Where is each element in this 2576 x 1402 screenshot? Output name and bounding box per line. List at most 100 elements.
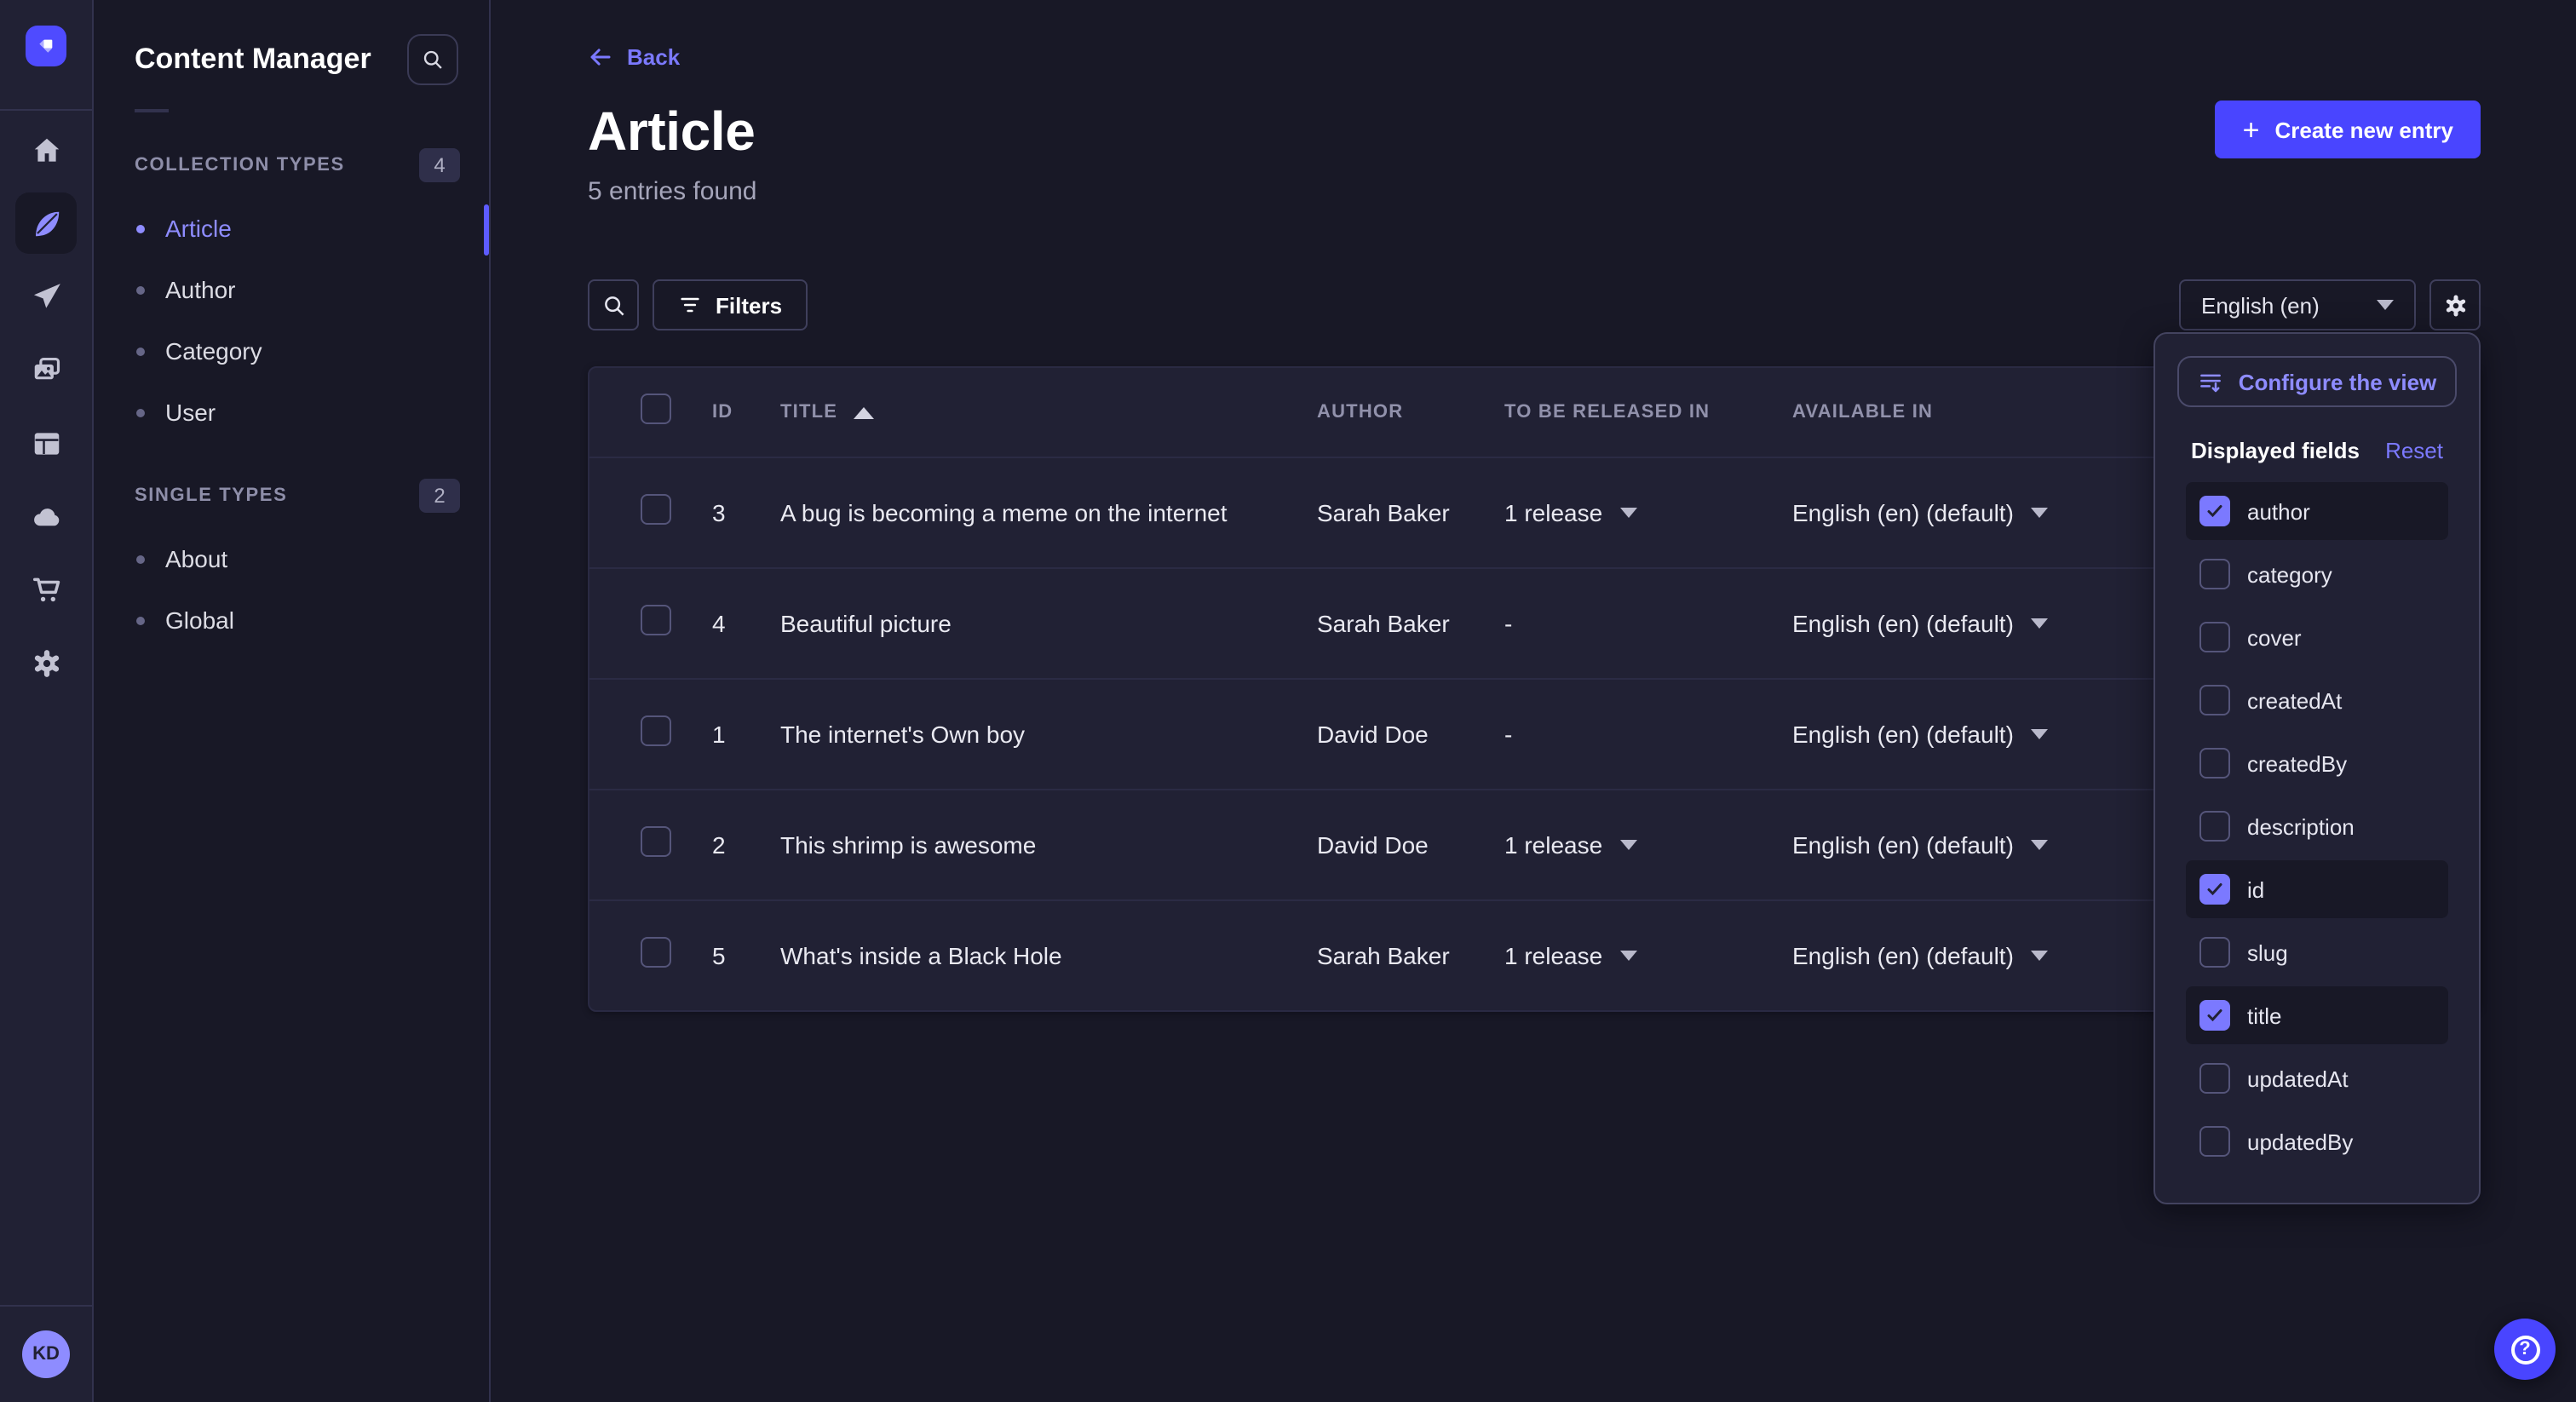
nav-media-library-button[interactable] xyxy=(15,339,77,400)
available-value: English (en) (default) xyxy=(1792,831,2014,859)
released-value: 1 release xyxy=(1504,831,1602,859)
field-toggle-title[interactable]: title xyxy=(2186,986,2448,1044)
checkbox[interactable] xyxy=(2199,748,2230,779)
checkbox[interactable] xyxy=(2199,874,2230,905)
gear-icon xyxy=(2442,292,2468,318)
bullet-icon xyxy=(136,554,145,563)
field-toggle-cover[interactable]: cover xyxy=(2186,608,2448,666)
checkbox[interactable] xyxy=(2199,559,2230,589)
row-checkbox[interactable] xyxy=(641,493,671,524)
feather-icon xyxy=(30,207,62,239)
available-value: English (en) (default) xyxy=(1792,942,2014,969)
plus-icon: + xyxy=(2243,115,2260,144)
row-checkbox[interactable] xyxy=(641,825,671,856)
column-header-released[interactable]: TO BE RELEASED IN xyxy=(1504,402,1792,422)
nav-releases-button[interactable] xyxy=(15,266,77,327)
field-label: category xyxy=(2247,561,2332,587)
field-toggle-createdAt[interactable]: createdAt xyxy=(2186,671,2448,729)
field-toggle-slug[interactable]: slug xyxy=(2186,923,2448,981)
filters-button[interactable]: Filters xyxy=(653,279,808,330)
column-header-title[interactable]: TITLE xyxy=(780,402,1317,422)
subnav-item-label: Article xyxy=(165,215,232,242)
checkbox[interactable] xyxy=(2199,1126,2230,1157)
nav-home-button[interactable] xyxy=(15,119,77,181)
cell-released-menu[interactable]: 1 release xyxy=(1504,942,1792,969)
subnav-scrollbar-thumb[interactable] xyxy=(484,204,489,256)
subnav-item-article[interactable]: Article xyxy=(94,198,489,259)
create-button-label: Create new entry xyxy=(2274,117,2453,142)
column-header-author[interactable]: AUTHOR xyxy=(1317,402,1504,422)
checkbox[interactable] xyxy=(2199,622,2230,652)
subnav-item-global[interactable]: Global xyxy=(94,589,489,651)
field-toggle-updatedBy[interactable]: updatedBy xyxy=(2186,1112,2448,1170)
checkbox[interactable] xyxy=(2199,1063,2230,1094)
cell-released-menu[interactable]: - xyxy=(1504,721,1792,748)
cloud-icon xyxy=(30,500,62,532)
field-toggle-updatedAt[interactable]: updatedAt xyxy=(2186,1049,2448,1107)
locale-select[interactable]: English (en) xyxy=(2179,279,2416,330)
view-settings-button[interactable] xyxy=(2429,279,2481,330)
collection-types-count-badge: 4 xyxy=(419,148,460,182)
available-value: English (en) (default) xyxy=(1792,721,2014,748)
single-types-count-badge: 2 xyxy=(419,479,460,513)
chevron-down-icon xyxy=(1619,951,1636,961)
back-link[interactable]: Back xyxy=(588,44,680,70)
help-button[interactable]: ? xyxy=(2494,1319,2556,1380)
checkbox[interactable] xyxy=(2199,496,2230,526)
subnav-item-user[interactable]: User xyxy=(94,382,489,443)
field-toggle-description[interactable]: description xyxy=(2186,797,2448,855)
field-toggle-id[interactable]: id xyxy=(2186,860,2448,918)
arrow-left-icon xyxy=(588,44,613,70)
subnav-search-button[interactable] xyxy=(407,34,458,85)
subnav-title: Content Manager xyxy=(135,43,371,77)
nav-content-manager-button[interactable] xyxy=(15,192,77,254)
field-label: updatedAt xyxy=(2247,1066,2349,1091)
main-nav-rail: KD xyxy=(0,0,94,1402)
displayed-fields-heading: Displayed fields xyxy=(2191,437,2360,463)
nav-marketplace-button[interactable] xyxy=(15,559,77,620)
row-checkbox[interactable] xyxy=(641,936,671,967)
reset-link[interactable]: Reset xyxy=(2385,437,2443,463)
back-label: Back xyxy=(627,44,680,70)
checkbox[interactable] xyxy=(2199,811,2230,842)
cell-id: 1 xyxy=(712,721,780,748)
cell-released-menu[interactable]: - xyxy=(1504,610,1792,637)
checkbox[interactable] xyxy=(2199,937,2230,968)
subnav-item-category[interactable]: Category xyxy=(94,320,489,382)
subnav-item-label: About xyxy=(165,545,227,572)
home-icon xyxy=(30,134,62,166)
divider xyxy=(135,109,169,112)
content-manager-subnav: Content Manager COLLECTION TYPES 4 Artic… xyxy=(94,0,491,1402)
field-toggle-author[interactable]: author xyxy=(2186,482,2448,540)
nav-content-type-builder-button[interactable] xyxy=(15,412,77,474)
column-header-title-label: TITLE xyxy=(780,402,837,422)
user-avatar[interactable]: KD xyxy=(22,1330,70,1378)
table-search-button[interactable] xyxy=(588,279,639,330)
create-new-entry-button[interactable]: + Create new entry xyxy=(2216,101,2481,158)
subnav-item-author[interactable]: Author xyxy=(94,259,489,320)
cell-released-menu[interactable]: 1 release xyxy=(1504,831,1792,859)
field-toggle-createdBy[interactable]: createdBy xyxy=(2186,734,2448,792)
field-label: cover xyxy=(2247,624,2302,650)
subnav-item-about[interactable]: About xyxy=(94,528,489,589)
cell-released-menu[interactable]: 1 release xyxy=(1504,499,1792,526)
checkbox[interactable] xyxy=(2199,1000,2230,1031)
list-settings-icon xyxy=(2198,369,2223,394)
row-checkbox[interactable] xyxy=(641,604,671,635)
subnav-item-label: Global xyxy=(165,606,234,634)
nav-settings-button[interactable] xyxy=(15,632,77,693)
rail-icon-list xyxy=(0,111,92,693)
field-toggle-category[interactable]: category xyxy=(2186,545,2448,603)
strapi-logo[interactable] xyxy=(26,26,66,66)
check-icon xyxy=(2205,879,2225,899)
bullet-icon xyxy=(136,224,145,233)
configure-the-view-button[interactable]: Configure the view xyxy=(2177,356,2457,407)
column-header-id[interactable]: ID xyxy=(712,402,780,422)
select-all-checkbox[interactable] xyxy=(641,393,671,423)
field-label: updatedBy xyxy=(2247,1129,2353,1154)
nav-deploy-button[interactable] xyxy=(15,486,77,547)
field-label: title xyxy=(2247,1003,2281,1028)
chevron-down-icon xyxy=(2031,729,2048,739)
checkbox[interactable] xyxy=(2199,685,2230,715)
row-checkbox[interactable] xyxy=(641,715,671,745)
